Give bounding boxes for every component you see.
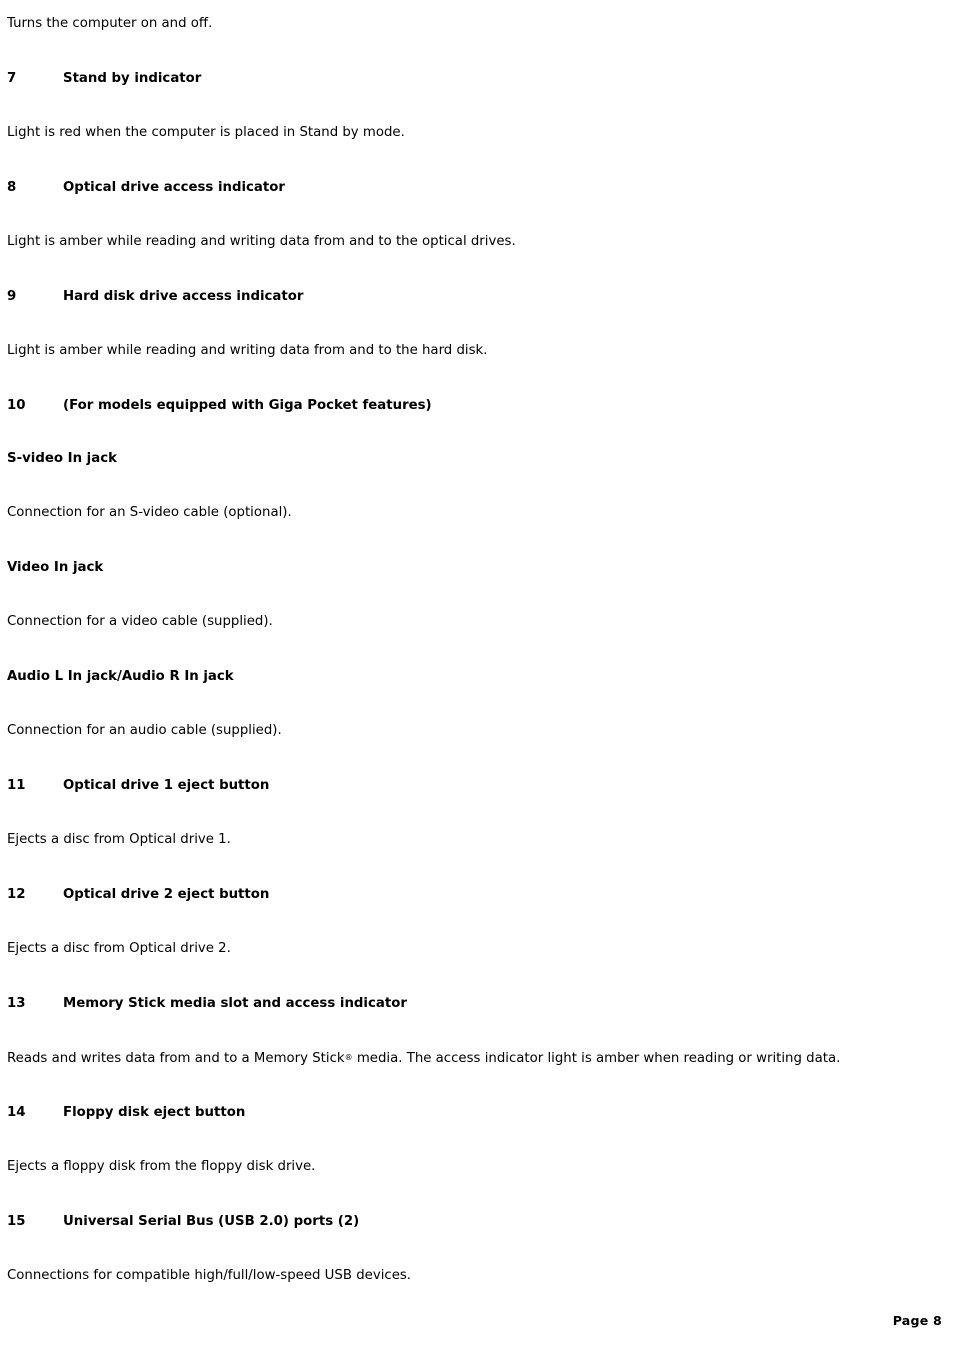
- body-paragraph: Light is amber while reading and writing…: [7, 343, 488, 358]
- body-paragraph: Ejects a disc from Optical drive 1.: [7, 832, 231, 847]
- heading-number: 15: [7, 1214, 26, 1229]
- heading-label: Memory Stick media slot and access indic…: [63, 996, 407, 1011]
- sub-heading: Video In jack: [7, 560, 104, 575]
- body-text-before: Reads and writes data from and to a Memo…: [7, 1051, 345, 1066]
- heading-label: Optical drive 2 eject button: [63, 887, 270, 902]
- heading-label: Optical drive access indicator: [63, 180, 285, 195]
- heading-label: Optical drive 1 eject button: [63, 778, 270, 793]
- numbered-heading: 7 Stand by indicator: [7, 70, 907, 87]
- numbered-heading: 10 (For models equipped with Giga Pocket …: [7, 397, 907, 414]
- heading-label: Floppy disk eject button: [63, 1105, 246, 1120]
- heading-number: 13: [7, 996, 26, 1011]
- body-paragraph: Turns the computer on and off.: [7, 16, 213, 31]
- document-page: Turns the computer on and off. 7 Stand by…: [0, 0, 954, 1351]
- body-text-after: media. The access indicator light is amb…: [352, 1051, 841, 1066]
- body-paragraph-memorystick: Reads and writes data from and to a Memo…: [7, 1048, 907, 1068]
- heading-number: 14: [7, 1105, 26, 1120]
- heading-number: 8: [7, 180, 17, 195]
- sub-heading: Audio L In jack/Audio R In jack: [7, 669, 234, 684]
- heading-number: 11: [7, 778, 26, 793]
- heading-label: Universal Serial Bus (USB 2.0) ports (2): [63, 1214, 360, 1229]
- body-paragraph: Ejects a floppy disk from the floppy dis…: [7, 1159, 316, 1174]
- numbered-heading: 8 Optical drive access indicator: [7, 179, 907, 196]
- numbered-heading: 12 Optical drive 2 eject button: [7, 886, 907, 903]
- document-content: Turns the computer on and off. 7 Stand by…: [7, 14, 907, 1285]
- body-paragraph: Connection for an audio cable (supplied)…: [7, 723, 282, 738]
- heading-label: (For models equipped with Giga Pocket fe…: [63, 398, 432, 413]
- heading-number: 10: [7, 398, 26, 413]
- sub-heading: S-video In jack: [7, 451, 117, 466]
- numbered-heading: 11 Optical drive 1 eject button: [7, 777, 907, 794]
- heading-label: Stand by indicator: [63, 71, 202, 86]
- heading-number: 9: [7, 289, 17, 304]
- numbered-heading: 13 Memory Stick media slot and access ind…: [7, 995, 907, 1012]
- body-paragraph: Connection for a video cable (supplied).: [7, 614, 273, 629]
- body-paragraph: Light is amber while reading and writing…: [7, 234, 516, 249]
- body-paragraph: Connection for an S-video cable (optiona…: [7, 505, 292, 520]
- registered-trademark-icon: ®: [344, 1053, 353, 1062]
- numbered-heading: 15 Universal Serial Bus (USB 2.0) ports (…: [7, 1213, 907, 1230]
- numbered-heading: 14 Floppy disk eject button: [7, 1104, 907, 1121]
- heading-number: 7: [7, 71, 17, 86]
- body-paragraph: Ejects a disc from Optical drive 2.: [7, 941, 231, 956]
- numbered-heading: 9 Hard disk drive access indicator: [7, 288, 907, 305]
- body-paragraph: Light is red when the computer is placed…: [7, 125, 405, 140]
- page-number-footer: Page 8: [892, 1313, 942, 1328]
- body-paragraph: Connections for compatible high/full/low…: [7, 1268, 412, 1283]
- heading-label: Hard disk drive access indicator: [63, 289, 304, 304]
- heading-number: 12: [7, 887, 26, 902]
